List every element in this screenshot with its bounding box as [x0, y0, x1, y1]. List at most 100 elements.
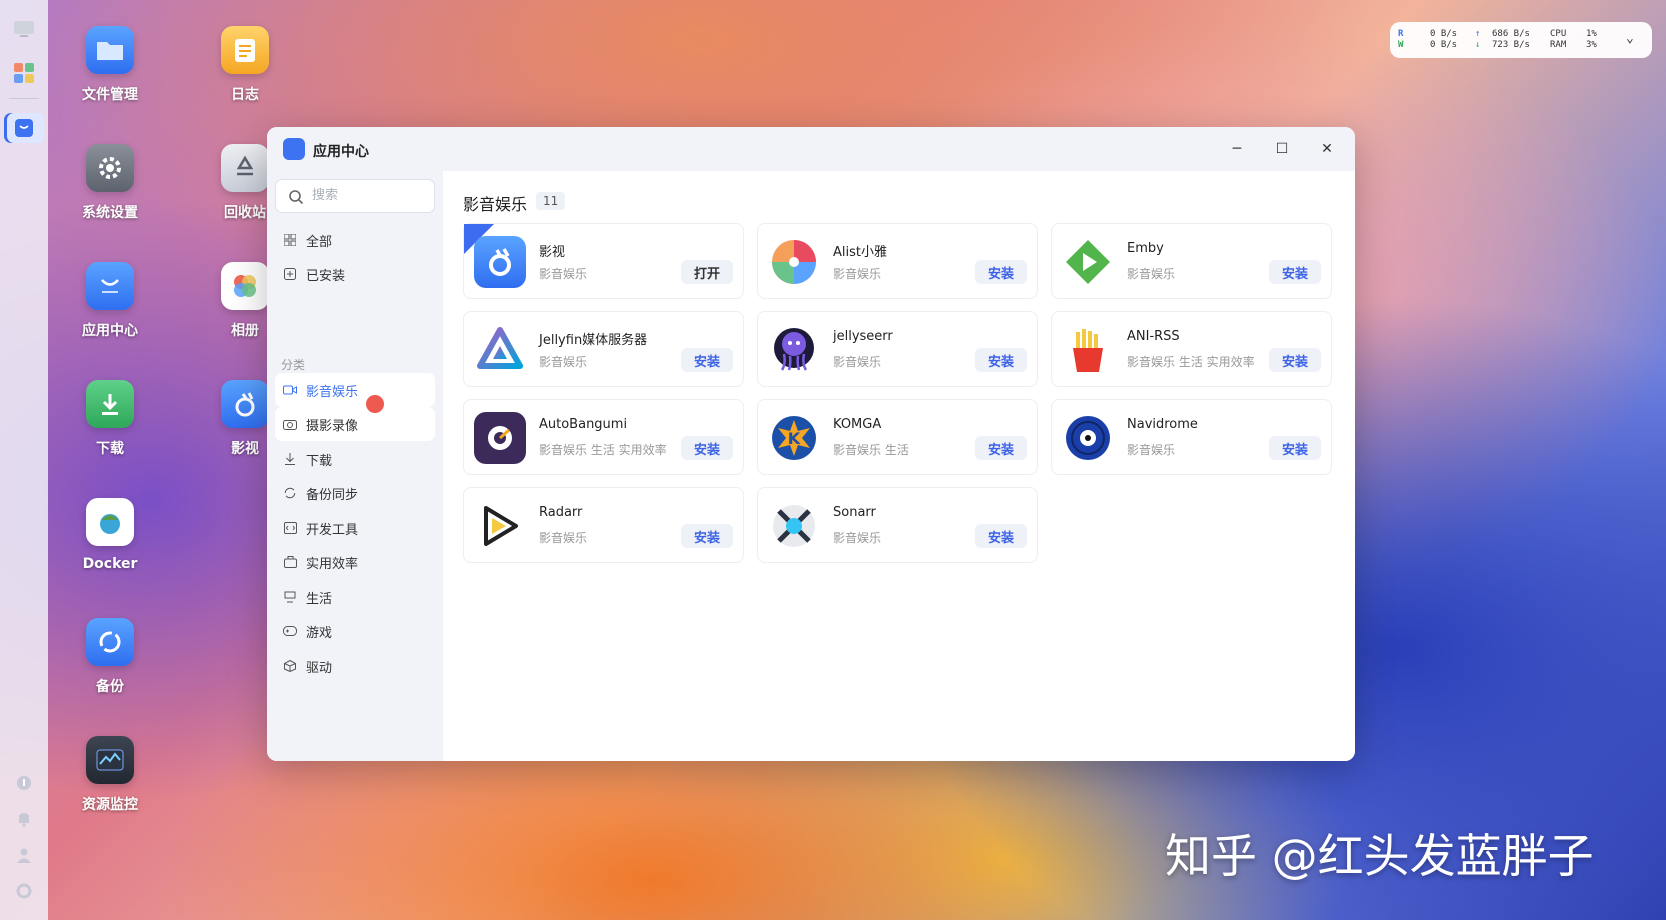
app-card[interactable]: AutoBangumi 影音娱乐 生活 实用效率 安装 — [463, 399, 744, 475]
chevron-down-icon[interactable]: ⌄ — [1626, 32, 1634, 45]
cube-icon — [283, 659, 297, 673]
app-name: 影视 — [539, 245, 566, 260]
app-card[interactable]: Emby 影音娱乐 安装 — [1051, 223, 1332, 299]
desktop-icon-label: 备份 — [96, 679, 124, 695]
sidebar-item-installed[interactable]: 已安装 — [275, 257, 435, 291]
photos-icon — [221, 262, 269, 310]
radarr-play-icon — [474, 500, 526, 552]
sidebar-item-life[interactable]: 生活 — [275, 580, 435, 614]
app-center-window: 应用中心 ─ ☐ ✕ 全部 已安装 分类 影音娱乐 摄影录像 下载 — [267, 127, 1355, 761]
write-rate: 0 B/s — [1430, 40, 1458, 50]
install-button[interactable]: 安装 — [681, 436, 733, 460]
desktop-icon-app-center[interactable]: 应用中心 — [55, 262, 165, 340]
click-indicator-icon — [364, 393, 386, 415]
maximize-icon[interactable]: ☐ — [1270, 137, 1294, 161]
upload-rate: 686 B/s — [1492, 29, 1530, 39]
folder-icon — [86, 26, 134, 74]
bell-icon[interactable] — [15, 810, 33, 828]
sidebar-item-backup-sync[interactable]: 备份同步 — [275, 476, 435, 510]
install-button[interactable]: 安装 — [1269, 348, 1321, 372]
desktop-icon-docker[interactable]: Docker — [55, 498, 165, 572]
app-card[interactable]: Radarr 影音娱乐 安装 — [463, 487, 744, 563]
app-name: KOMGA — [833, 417, 882, 432]
watermark: 知乎 @红头发蓝胖子 — [1165, 829, 1594, 883]
desktop-icon-download[interactable]: 下载 — [55, 380, 165, 458]
ram-value: 3% — [1586, 40, 1597, 50]
app-card[interactable]: Navidrome 影音娱乐 安装 — [1051, 399, 1332, 475]
dock — [0, 0, 48, 920]
desktop-icon-label: 系统设置 — [82, 205, 138, 221]
app-card[interactable]: 影视 影音娱乐 打开 — [463, 223, 744, 299]
search-input[interactable] — [310, 187, 424, 204]
install-button[interactable]: 安装 — [681, 348, 733, 372]
backup-sync-icon — [86, 618, 134, 666]
search-box[interactable] — [275, 179, 435, 213]
install-button[interactable]: 安装 — [975, 348, 1027, 372]
app-name: AutoBangumi — [539, 417, 628, 432]
app-category: 影音娱乐 — [833, 267, 882, 281]
life-icon — [283, 590, 297, 604]
sidebar-item-all[interactable]: 全部 — [275, 223, 435, 257]
install-button[interactable]: 安装 — [1269, 436, 1321, 460]
install-button[interactable]: 安装 — [975, 260, 1027, 284]
sync-icon — [283, 486, 297, 500]
desktop-icon-label: 相册 — [231, 323, 259, 339]
desktop-monitor-icon[interactable] — [9, 14, 39, 44]
open-button[interactable]: 打开 — [681, 260, 733, 284]
ram-label: RAM — [1550, 40, 1567, 50]
install-button[interactable]: 安装 — [1269, 260, 1321, 284]
desktop-icon-log[interactable]: 日志 — [190, 26, 300, 104]
install-button[interactable]: 安装 — [975, 436, 1027, 460]
settings-icon[interactable] — [15, 882, 33, 900]
sidebar-item-photography[interactable]: 摄影录像 — [275, 407, 435, 441]
sidebar-item-dev-tools[interactable]: 开发工具 — [275, 511, 435, 545]
upload-arrow-icon: ↑ — [1475, 29, 1481, 39]
window-title: 应用中心 — [313, 144, 369, 160]
category-title: 影音娱乐 — [463, 195, 528, 214]
jellyseerr-icon — [768, 324, 820, 376]
sidebar-item-label: 驱动 — [306, 660, 333, 676]
app-center-dock-icon[interactable] — [4, 113, 44, 143]
app-name: Emby — [1127, 241, 1164, 256]
app-category: 影音娱乐 — [1127, 267, 1176, 281]
komga-icon: K — [768, 412, 820, 464]
info-icon[interactable] — [15, 774, 33, 792]
app-name: Alist小雅 — [833, 245, 887, 260]
app-category: 影音娱乐 生活 实用效率 — [539, 443, 667, 457]
user-icon[interactable] — [15, 846, 33, 864]
desktop-icon-settings[interactable]: 系统设置 — [55, 144, 165, 222]
app-grid-icon[interactable] — [9, 58, 39, 88]
app-card[interactable]: Alist小雅 影音娱乐 安装 — [757, 223, 1038, 299]
sidebar-item-drivers[interactable]: 驱动 — [275, 649, 435, 683]
sidebar-item-video-entertainment[interactable]: 影音娱乐 — [275, 373, 435, 407]
sidebar-item-productivity[interactable]: 实用效率 — [275, 545, 435, 579]
close-icon[interactable]: ✕ — [1315, 137, 1339, 161]
desktop-icon-backup[interactable]: 备份 — [55, 618, 165, 696]
app-card[interactable]: K KOMGA 影音娱乐 生活 安装 — [757, 399, 1038, 475]
sidebar-item-label: 摄影录像 — [306, 418, 359, 434]
install-button[interactable]: 安装 — [975, 524, 1027, 548]
docker-icon — [86, 498, 134, 546]
briefcase-icon — [283, 555, 297, 569]
film-icon — [474, 236, 526, 288]
app-card[interactable]: Jellyfin媒体服务器 影音娱乐 安装 — [463, 311, 744, 387]
desktop-icon-label: 回收站 — [224, 205, 266, 221]
desktop-icon-file-manager[interactable]: 文件管理 — [55, 26, 165, 104]
sidebar-item-label: 实用效率 — [306, 556, 359, 572]
window-titlebar[interactable]: 应用中心 ─ ☐ ✕ — [267, 127, 1355, 171]
app-card[interactable]: ANI-RSS 影音娱乐 生活 实用效率 安装 — [1051, 311, 1332, 387]
minimize-icon[interactable]: ─ — [1225, 137, 1249, 161]
emby-icon — [1062, 236, 1114, 288]
app-card[interactable]: Sonarr 影音娱乐 安装 — [757, 487, 1038, 563]
desktop-icon-resource-monitor[interactable]: 资源监控 — [55, 736, 165, 814]
sidebar-item-games[interactable]: 游戏 — [275, 614, 435, 648]
sidebar-item-label: 已安装 — [306, 268, 346, 284]
alist-xiaoya-icon — [768, 236, 820, 288]
sonarr-icon — [768, 500, 820, 552]
install-button[interactable]: 安装 — [681, 524, 733, 548]
desktop-icon-label: 应用中心 — [82, 323, 138, 339]
app-category: 影音娱乐 — [833, 531, 882, 545]
sidebar-item-download[interactable]: 下载 — [275, 442, 435, 476]
store-icon — [86, 262, 134, 310]
app-card[interactable]: jellyseerr 影音娱乐 安装 — [757, 311, 1038, 387]
